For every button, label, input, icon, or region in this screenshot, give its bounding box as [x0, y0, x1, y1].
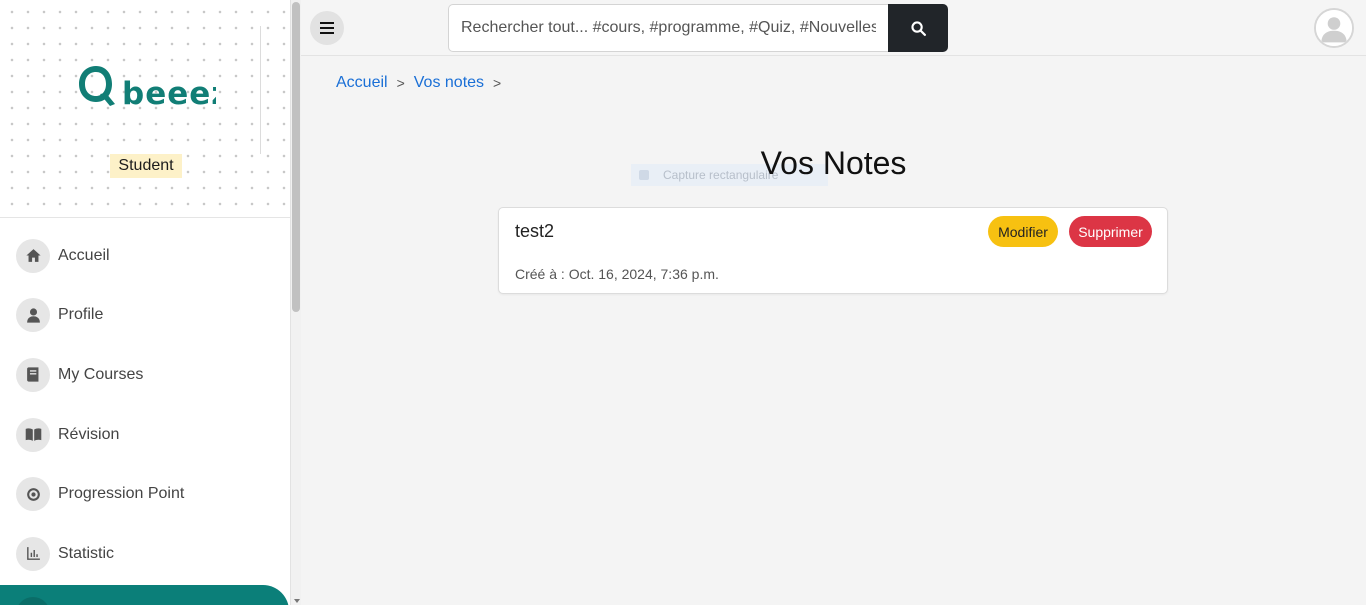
target-icon: [16, 477, 50, 512]
sidebar-item-accueil[interactable]: Accueil: [0, 226, 290, 286]
sidebar-item-progression-point[interactable]: Progression Point: [0, 464, 290, 524]
top-bar: [301, 0, 1366, 56]
divider: [260, 26, 261, 154]
note-card: test2 Créé à : Oct. 16, 2024, 7:36 p.m. …: [498, 207, 1168, 294]
sidebar-item-label: My Courses: [58, 365, 144, 383]
note-created-date: Créé à : Oct. 16, 2024, 7:36 p.m.: [515, 266, 719, 282]
scrollbar-thumb[interactable]: [292, 2, 300, 312]
role-badge: Student: [110, 154, 182, 178]
active-item-icon: [16, 597, 50, 605]
home-icon: [16, 238, 50, 273]
search-icon: [910, 20, 926, 36]
user-icon: [16, 298, 50, 333]
note-title: test2: [515, 221, 555, 241]
breadcrumb-notes-link[interactable]: Vos notes: [414, 74, 484, 92]
breadcrumb-home-link[interactable]: Accueil: [336, 74, 388, 92]
user-avatar[interactable]: [1314, 8, 1354, 48]
svg-text:beeez: beeez: [122, 76, 216, 112]
breadcrumb: Accueil > Vos notes >: [336, 74, 510, 92]
scroll-down-arrow-icon[interactable]: [294, 599, 300, 603]
sidebar-item-label: Progression Point: [58, 485, 185, 503]
breadcrumb-separator: >: [493, 75, 502, 91]
page-title: Vos Notes: [760, 145, 907, 181]
search-button[interactable]: [888, 4, 948, 52]
breadcrumb-separator: >: [396, 75, 405, 91]
sidebar-scrollbar[interactable]: [290, 0, 301, 605]
search-input[interactable]: [448, 4, 888, 52]
sidebar-item-label: Profile: [58, 306, 104, 324]
sidebar-item-revision[interactable]: Révision: [0, 405, 290, 465]
sidebar-brand: beeez Student: [0, 0, 290, 218]
bar-chart-icon: [16, 536, 50, 571]
delete-note-button[interactable]: Supprimer: [1069, 216, 1152, 247]
sidebar-item-label: Accueil: [58, 246, 110, 264]
sidebar-item-label: Statistic: [58, 544, 115, 562]
sidebar-item-statistic[interactable]: Statistic: [0, 524, 290, 584]
sidebar-item-profile[interactable]: Profile: [0, 286, 290, 346]
open-book-icon: [16, 417, 50, 452]
sidebar: beeez Student Accueil Profile My Courses: [0, 0, 290, 605]
sidebar-item-my-courses[interactable]: My Courses: [0, 345, 290, 405]
sidebar-nav: Accueil Profile My Courses Révision Prog…: [0, 226, 290, 584]
search-bar: [448, 4, 948, 52]
user-avatar-icon: [1316, 10, 1352, 46]
sidebar-item-label: Révision: [58, 425, 120, 443]
book-icon: [16, 357, 50, 392]
menu-toggle-button[interactable]: [310, 11, 344, 45]
sidebar-item-active[interactable]: [0, 585, 289, 605]
edit-note-button[interactable]: Modifier: [988, 216, 1058, 247]
qbeeez-logo[interactable]: beeez: [76, 60, 216, 116]
hamburger-icon: [320, 22, 334, 34]
